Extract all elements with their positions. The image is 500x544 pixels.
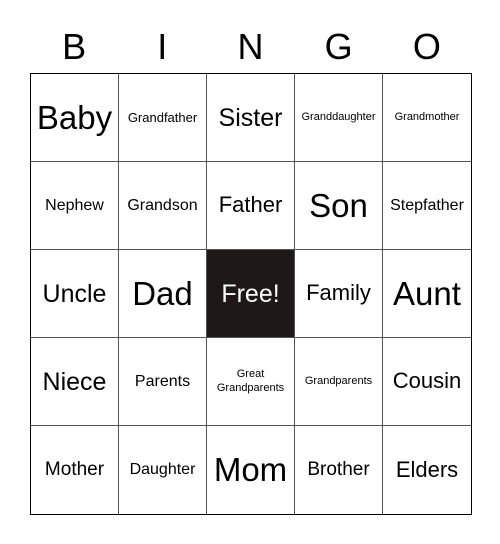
bingo-cell[interactable]: Niece: [31, 338, 119, 426]
cell-label: Uncle: [42, 279, 107, 308]
cell-label: Son: [309, 186, 368, 224]
bingo-cell[interactable]: Baby: [31, 74, 119, 162]
bingo-cell[interactable]: Stepfather: [383, 162, 471, 250]
cell-label: Granddaughter: [301, 110, 376, 123]
cell-label: Baby: [36, 98, 113, 136]
bingo-cell[interactable]: Granddaughter: [295, 74, 383, 162]
bingo-cell[interactable]: Grandmother: [383, 74, 471, 162]
cell-label: Aunt: [393, 274, 461, 312]
bingo-cell[interactable]: Cousin: [383, 338, 471, 426]
bingo-grid: Baby Grandfather Sister Granddaughter Grandm…: [30, 73, 472, 515]
cell-label: Sister: [218, 103, 283, 132]
cell-label: Father: [218, 192, 283, 218]
bingo-cell[interactable]: Nephew: [31, 162, 119, 250]
cell-label: Grandmother: [394, 110, 460, 123]
free-space-cell[interactable]: Free!: [207, 250, 295, 338]
header-letter-g: G: [324, 26, 353, 67]
header-letter-b: B: [62, 26, 87, 67]
cell-label: Mom: [213, 451, 288, 489]
bingo-cell[interactable]: Sister: [207, 74, 295, 162]
bingo-cell[interactable]: Grandfather: [119, 74, 207, 162]
header-letter-o: O: [412, 26, 441, 67]
bingo-cell[interactable]: Great Grandparents: [207, 338, 295, 426]
cell-label: Nephew: [45, 196, 104, 214]
cell-label: Daughter: [129, 461, 196, 479]
cell-label: Stepfather: [390, 196, 464, 214]
bingo-cell[interactable]: Daughter: [119, 426, 207, 514]
header-letter-i: I: [157, 26, 168, 67]
bingo-cell[interactable]: Aunt: [383, 250, 471, 338]
cell-label: Family: [306, 280, 371, 306]
cell-label: Brother: [307, 458, 370, 480]
cell-label: Elders: [395, 456, 459, 482]
bingo-cell[interactable]: Grandson: [119, 162, 207, 250]
cell-label: Great Grandparents: [216, 368, 285, 394]
cell-label: Dad: [132, 274, 193, 312]
bingo-cell[interactable]: Elders: [383, 426, 471, 514]
bingo-cell[interactable]: Family: [295, 250, 383, 338]
bingo-cell[interactable]: Mom: [207, 426, 295, 514]
bingo-cell[interactable]: Uncle: [31, 250, 119, 338]
cell-label: Free!: [221, 279, 280, 308]
cell-label: Parents: [134, 372, 191, 390]
cell-label: Niece: [42, 367, 107, 396]
header-letter-n: N: [237, 26, 264, 67]
bingo-header: B I N G O: [30, 22, 471, 72]
bingo-cell[interactable]: Dad: [119, 250, 207, 338]
bingo-cell[interactable]: Grandparents: [295, 338, 383, 426]
cell-label: Grandson: [127, 196, 198, 214]
cell-label: Cousin: [392, 368, 462, 394]
cell-label: Grandfather: [127, 109, 198, 125]
bingo-cell[interactable]: Brother: [295, 426, 383, 514]
cell-label: Mother: [44, 458, 105, 480]
bingo-cell[interactable]: Son: [295, 162, 383, 250]
cell-label: Grandparents: [304, 374, 373, 387]
bingo-cell[interactable]: Father: [207, 162, 295, 250]
bingo-cell[interactable]: Parents: [119, 338, 207, 426]
bingo-cell[interactable]: Mother: [31, 426, 119, 514]
